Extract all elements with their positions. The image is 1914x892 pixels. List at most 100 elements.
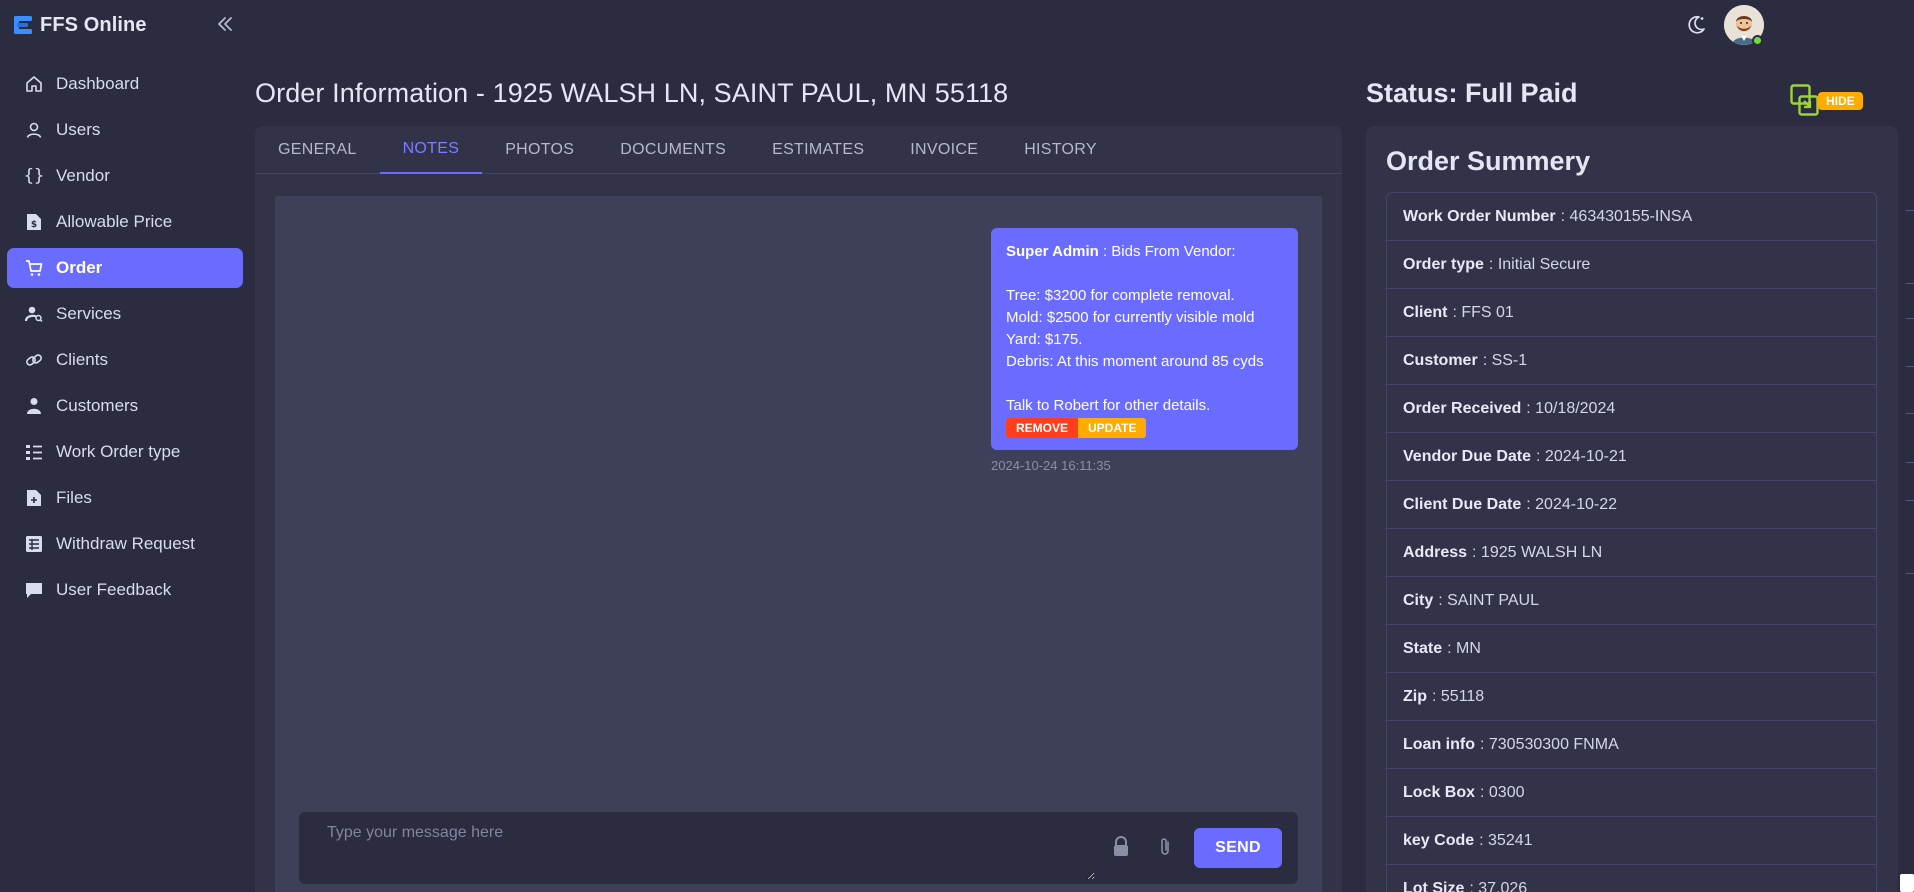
summary-row-order-received: Order Received: 10/18/2024 — [1387, 385, 1876, 433]
sidebar-item-users[interactable]: Users — [7, 110, 243, 150]
note-line: Mold: $2500 for currently visible mold — [1006, 309, 1255, 326]
scrollbar-thumb[interactable] — [1900, 874, 1914, 892]
summary-value: Initial Secure — [1497, 255, 1591, 273]
sidebar-item-label: Withdraw Request — [56, 534, 195, 553]
attachment-icon[interactable] — [1155, 836, 1175, 858]
edge-divider — [1906, 573, 1914, 574]
summary-value: 463430155-INSA — [1569, 207, 1693, 225]
summary-row-lot-size: Lot Size: 37,026 — [1387, 865, 1876, 892]
user-search-icon — [24, 304, 44, 324]
summary-label: State — [1403, 639, 1443, 657]
moon-icon — [1688, 15, 1705, 34]
summary-label: Customer — [1403, 351, 1478, 369]
brand[interactable]: FFS Online — [14, 12, 147, 38]
sidebar-item-clients[interactable]: Clients — [7, 340, 243, 380]
braces-icon: {} — [23, 166, 45, 186]
sidebar-item-dashboard[interactable]: Dashboard — [7, 64, 243, 104]
sidebar-item-services[interactable]: Services — [7, 294, 243, 334]
summary-title: Order Summery — [1386, 146, 1591, 176]
sidebar-item-label: Order — [56, 258, 103, 277]
person-icon — [24, 396, 44, 416]
tab-documents[interactable]: DOCUMENTS — [597, 126, 749, 174]
note-line — [1006, 373, 1283, 395]
tab-history[interactable]: HISTORY — [1001, 126, 1120, 174]
send-button[interactable]: SEND — [1194, 828, 1282, 868]
summary-row-zip: Zip: 55118 — [1387, 673, 1876, 721]
tab-general[interactable]: GENERAL — [255, 126, 380, 174]
edge-divider — [1906, 413, 1914, 414]
message-input[interactable] — [315, 820, 1095, 880]
svg-text:$: $ — [31, 220, 37, 230]
tab-invoice[interactable]: INVOICE — [887, 126, 1001, 174]
sidebar-item-label: Customers — [56, 396, 139, 415]
sidebar-item-customers[interactable]: Customers — [7, 386, 243, 426]
order-tabs: GENERAL NOTES PHOTOS DOCUMENTS ESTIMATES… — [255, 126, 1342, 174]
comment-icon — [24, 580, 44, 600]
theme-toggle-button[interactable] — [1684, 12, 1708, 38]
collapse-sidebar-button[interactable] — [214, 12, 236, 36]
edge-divider — [1906, 500, 1914, 501]
summary-label: City — [1403, 591, 1434, 609]
tab-photos[interactable]: PHOTOS — [482, 126, 597, 174]
summary-value: SS-1 — [1491, 351, 1528, 369]
sidebar-item-label: Vendor — [56, 166, 110, 185]
summary-label: Lot Size — [1403, 879, 1465, 892]
cart-icon — [24, 258, 44, 278]
summary-label: Work Order Number — [1403, 207, 1556, 225]
summary-label: Order Received — [1403, 399, 1522, 417]
hide-button[interactable]: HIDE — [1818, 92, 1863, 110]
summary-value: MN — [1456, 639, 1481, 657]
sidebar-item-label: Dashboard — [56, 74, 140, 93]
edge-divider — [1906, 462, 1914, 463]
summary-value: 37,026 — [1478, 879, 1528, 892]
lock-icon[interactable] — [1111, 836, 1131, 858]
sidebar-item-files[interactable]: Files — [7, 478, 243, 518]
notes-chat-area[interactable]: Super Admin : Bids From Vendor: Tree: $3… — [275, 196, 1322, 892]
hide-summary-toggle[interactable]: HIDE — [1790, 84, 1863, 118]
remove-note-button[interactable]: REMOVE — [1006, 418, 1079, 438]
tab-estimates[interactable]: ESTIMATES — [749, 126, 887, 174]
note-line: Tree: $3200 for complete removal. — [1006, 287, 1235, 304]
sidebar-item-label: Files — [56, 488, 92, 507]
summary-row-loan-info: Loan info: 730530300 FNMA — [1387, 721, 1876, 769]
update-note-button[interactable]: UPDATE — [1078, 418, 1147, 438]
brand-logo-icon — [14, 14, 34, 36]
sidebar-item-work-order-type[interactable]: Work Order type — [7, 432, 243, 472]
file-dollar-icon: $ — [24, 212, 44, 232]
sidebar-item-label: Allowable Price — [56, 212, 173, 231]
message-composer: SEND — [299, 812, 1298, 884]
user-icon — [24, 120, 44, 140]
summary-row-city: City: SAINT PAUL — [1387, 577, 1876, 625]
summary-row-work-order-number: Work Order Number: 463430155-INSA — [1387, 193, 1876, 241]
summary-value: 35241 — [1488, 831, 1533, 849]
sidebar-item-vendor[interactable]: {} Vendor — [7, 156, 243, 196]
sidebar-item-user-feedback[interactable]: User Feedback — [7, 570, 243, 610]
summary-value: 0300 — [1488, 783, 1525, 801]
order-status: Status: Full Paid — [1366, 78, 1578, 108]
summary-label: Loan info — [1403, 735, 1475, 753]
note-message: Super Admin : Bids From Vendor: Tree: $3… — [991, 228, 1298, 450]
sidebar-item-allowable-price[interactable]: $ Allowable Price — [7, 202, 243, 242]
summary-value: 730530300 FNMA — [1488, 735, 1619, 753]
summary-row-key-code: key Code: 35241 — [1387, 817, 1876, 865]
sidebar-item-withdraw-request[interactable]: Withdraw Request — [7, 524, 243, 564]
edge-divider — [1906, 318, 1914, 319]
online-status-dot — [1752, 35, 1763, 46]
brand-name: FFS Online — [40, 13, 147, 36]
sidebar-nav: Dashboard Users {} Vendor $ Allowable Pr… — [7, 64, 243, 616]
tab-notes[interactable]: NOTES — [379, 126, 483, 174]
summary-label: Order type — [1403, 255, 1484, 273]
sidebar-item-label: Work Order type — [56, 442, 181, 461]
summary-row-client: Client: FFS 01 — [1387, 289, 1876, 337]
order-details-card: GENERAL NOTES PHOTOS DOCUMENTS ESTIMATES… — [255, 126, 1342, 892]
order-summary-card: Order Summery Work Order Number: 4634301… — [1366, 126, 1898, 892]
sidebar-item-order[interactable]: Order — [7, 248, 243, 288]
summary-label: Client — [1403, 303, 1448, 321]
note-author: Super Admin — [1006, 243, 1099, 260]
note-line: : Bids From Vendor: — [1098, 243, 1236, 260]
note-line — [1006, 263, 1283, 285]
list-icon — [24, 442, 44, 462]
panel-swap-icon[interactable] — [1790, 84, 1820, 118]
note-line: Talk to Robert for other details. — [1006, 397, 1211, 414]
summary-row-address: Address: 1925 WALSH LN — [1387, 529, 1876, 577]
